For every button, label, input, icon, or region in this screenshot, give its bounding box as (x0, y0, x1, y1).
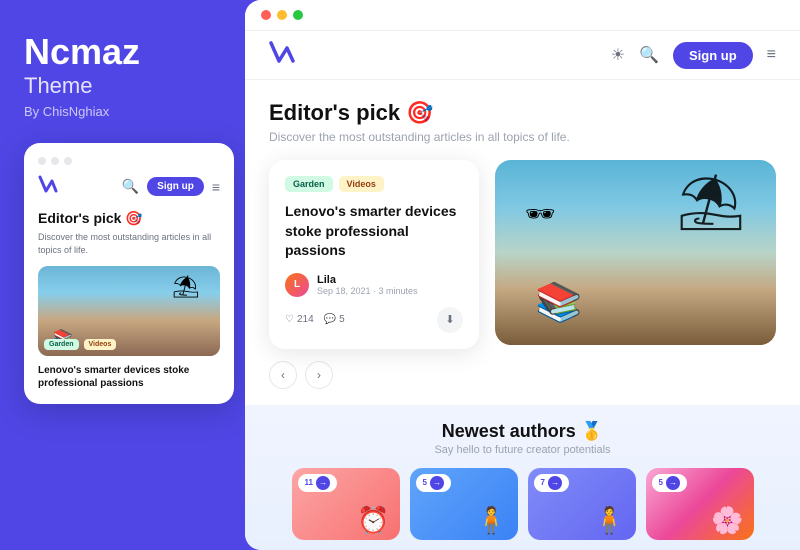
umbrella-icon: ⛱ (172, 274, 200, 300)
mobile-dot-1 (38, 157, 46, 165)
author-card-2[interactable]: 5 → 🧍 (410, 468, 518, 540)
mobile-search-icon[interactable]: 🔍 (122, 178, 139, 195)
mobile-top-bar (38, 157, 220, 165)
article-footer: ♡ 214 💬 5 ⬇ (285, 307, 463, 333)
mobile-nav-right: 🔍 Sign up ≡ (122, 177, 220, 196)
sun-icon[interactable]: ☀ (611, 45, 625, 65)
hero-card-area: Garden Videos Lenovo's smarter devices s… (269, 160, 776, 349)
author-card-1-figure: ⏰ (357, 505, 389, 536)
likes-stat: ♡ 214 (285, 314, 314, 325)
mobile-signup-button[interactable]: Sign up (147, 177, 204, 196)
mobile-hero-image: ⛱ 📚 Garden Videos (38, 266, 220, 356)
mobile-dot-3 (64, 157, 72, 165)
mobile-editors-pick-desc: Discover the most outstanding articles i… (38, 231, 220, 256)
mobile-article-title: Lenovo's smarter devices stoke professio… (38, 364, 220, 390)
main-content: ☀ 🔍 Sign up ≡ Editor's pick 🎯 Discover t… (245, 0, 800, 550)
author-avatar: L (285, 273, 309, 297)
desktop-logo-icon (269, 41, 297, 69)
brand: Ncmaz Theme (24, 32, 221, 100)
newest-authors-subtitle: Say hello to future creator potentials (269, 444, 776, 456)
carousel-nav: ‹ › (269, 361, 776, 389)
mobile-tag-videos: Videos (84, 339, 117, 350)
browser-dot-green[interactable] (293, 10, 303, 20)
author-card-1-arrow: → (316, 476, 330, 490)
author-card-1[interactable]: 11 → ⏰ (292, 468, 400, 540)
hero-section: Editor's pick 🎯 Discover the most outsta… (245, 80, 800, 405)
editors-pick-heading: Editor's pick 🎯 (269, 100, 776, 126)
comment-icon: 💬 (324, 314, 336, 325)
mobile-menu-icon[interactable]: ≡ (212, 179, 220, 195)
browser-dot-yellow[interactable] (277, 10, 287, 20)
mobile-logo-icon (38, 175, 60, 198)
article-author: L Lila Sep 18, 2021 · 3 minutes (285, 273, 463, 297)
mobile-dot-2 (51, 157, 59, 165)
author-card-3-badge: 7 → (534, 474, 569, 492)
newest-authors-heading: Newest authors 🥇 (269, 421, 776, 442)
author-card-3-arrow: → (548, 476, 562, 490)
author-card-3[interactable]: 7 → 🧍 (528, 468, 636, 540)
article-tag-videos[interactable]: Videos (339, 176, 384, 192)
brand-byline: By ChisNghiax (24, 104, 221, 119)
mobile-mockup: 🔍 Sign up ≡ Editor's pick 🎯 Discover the… (24, 143, 234, 404)
desktop-nav: ☀ 🔍 Sign up ≡ (245, 31, 800, 80)
article-actions: ⬇ (437, 307, 463, 333)
newest-authors-section: Newest authors 🥇 Say hello to future cre… (245, 405, 800, 550)
editors-pick-subtitle: Discover the most outstanding articles i… (269, 130, 776, 144)
hero-books-icon: 📚 (535, 281, 582, 325)
sidebar: Ncmaz Theme By ChisNghiax 🔍 Sign up ≡ Ed… (0, 0, 245, 550)
author-card-2-count: 5 (423, 478, 427, 487)
hamburger-icon[interactable]: ≡ (767, 46, 776, 64)
featured-article-card: Garden Videos Lenovo's smarter devices s… (269, 160, 479, 349)
author-card-4[interactable]: 5 → 🌸 (646, 468, 754, 540)
author-card-1-badge: 11 → (298, 474, 337, 492)
carousel-next-button[interactable]: › (305, 361, 333, 389)
brand-subtitle: Theme (24, 72, 221, 101)
carousel-prev-button[interactable]: ‹ (269, 361, 297, 389)
hero-umbrella-icon: ⛱ (676, 170, 746, 235)
author-info: Lila Sep 18, 2021 · 3 minutes (317, 274, 418, 296)
author-card-4-badge: 5 → (652, 474, 687, 492)
article-title: Lenovo's smarter devices stoke professio… (285, 202, 463, 261)
authors-grid: 11 → ⏰ 5 → 🧍 7 → 🧍 (269, 468, 776, 540)
mobile-article-tags: Garden Videos (44, 339, 116, 350)
author-card-1-count: 11 (305, 478, 313, 487)
hero-glasses-icon: 🕶 (525, 200, 555, 229)
article-tags: Garden Videos (285, 176, 463, 192)
heart-icon: ♡ (285, 314, 294, 325)
author-card-2-arrow: → (430, 476, 444, 490)
author-card-3-count: 7 (541, 478, 545, 487)
mobile-tag-garden: Garden (44, 339, 79, 350)
likes-count: 214 (297, 314, 314, 325)
author-date: Sep 18, 2021 · 3 minutes (317, 286, 418, 296)
comments-stat: 💬 5 (324, 314, 345, 325)
brand-title: Ncmaz (24, 32, 221, 72)
desktop-nav-right: ☀ 🔍 Sign up ≡ (611, 42, 776, 69)
mobile-editors-pick-title: Editor's pick 🎯 (38, 210, 220, 227)
hero-beach-image: ⛱ 🕶 📚 (495, 160, 776, 345)
browser-dot-red[interactable] (261, 10, 271, 20)
author-card-2-badge: 5 → (416, 474, 451, 492)
article-stats: ♡ 214 💬 5 (285, 314, 345, 325)
author-card-2-figure: 🧍 (475, 505, 507, 536)
author-name: Lila (317, 274, 418, 286)
desktop-signup-button[interactable]: Sign up (673, 42, 753, 69)
browser-bar (245, 0, 800, 31)
comments-count: 5 (339, 314, 345, 325)
mobile-nav: 🔍 Sign up ≡ (38, 175, 220, 198)
author-card-4-count: 5 (659, 478, 663, 487)
author-card-3-figure: 🧍 (593, 505, 625, 536)
author-card-4-figure: 🌸 (711, 505, 743, 536)
author-card-4-arrow: → (666, 476, 680, 490)
article-tag-garden[interactable]: Garden (285, 176, 333, 192)
search-icon[interactable]: 🔍 (639, 45, 659, 65)
download-button[interactable]: ⬇ (437, 307, 463, 333)
